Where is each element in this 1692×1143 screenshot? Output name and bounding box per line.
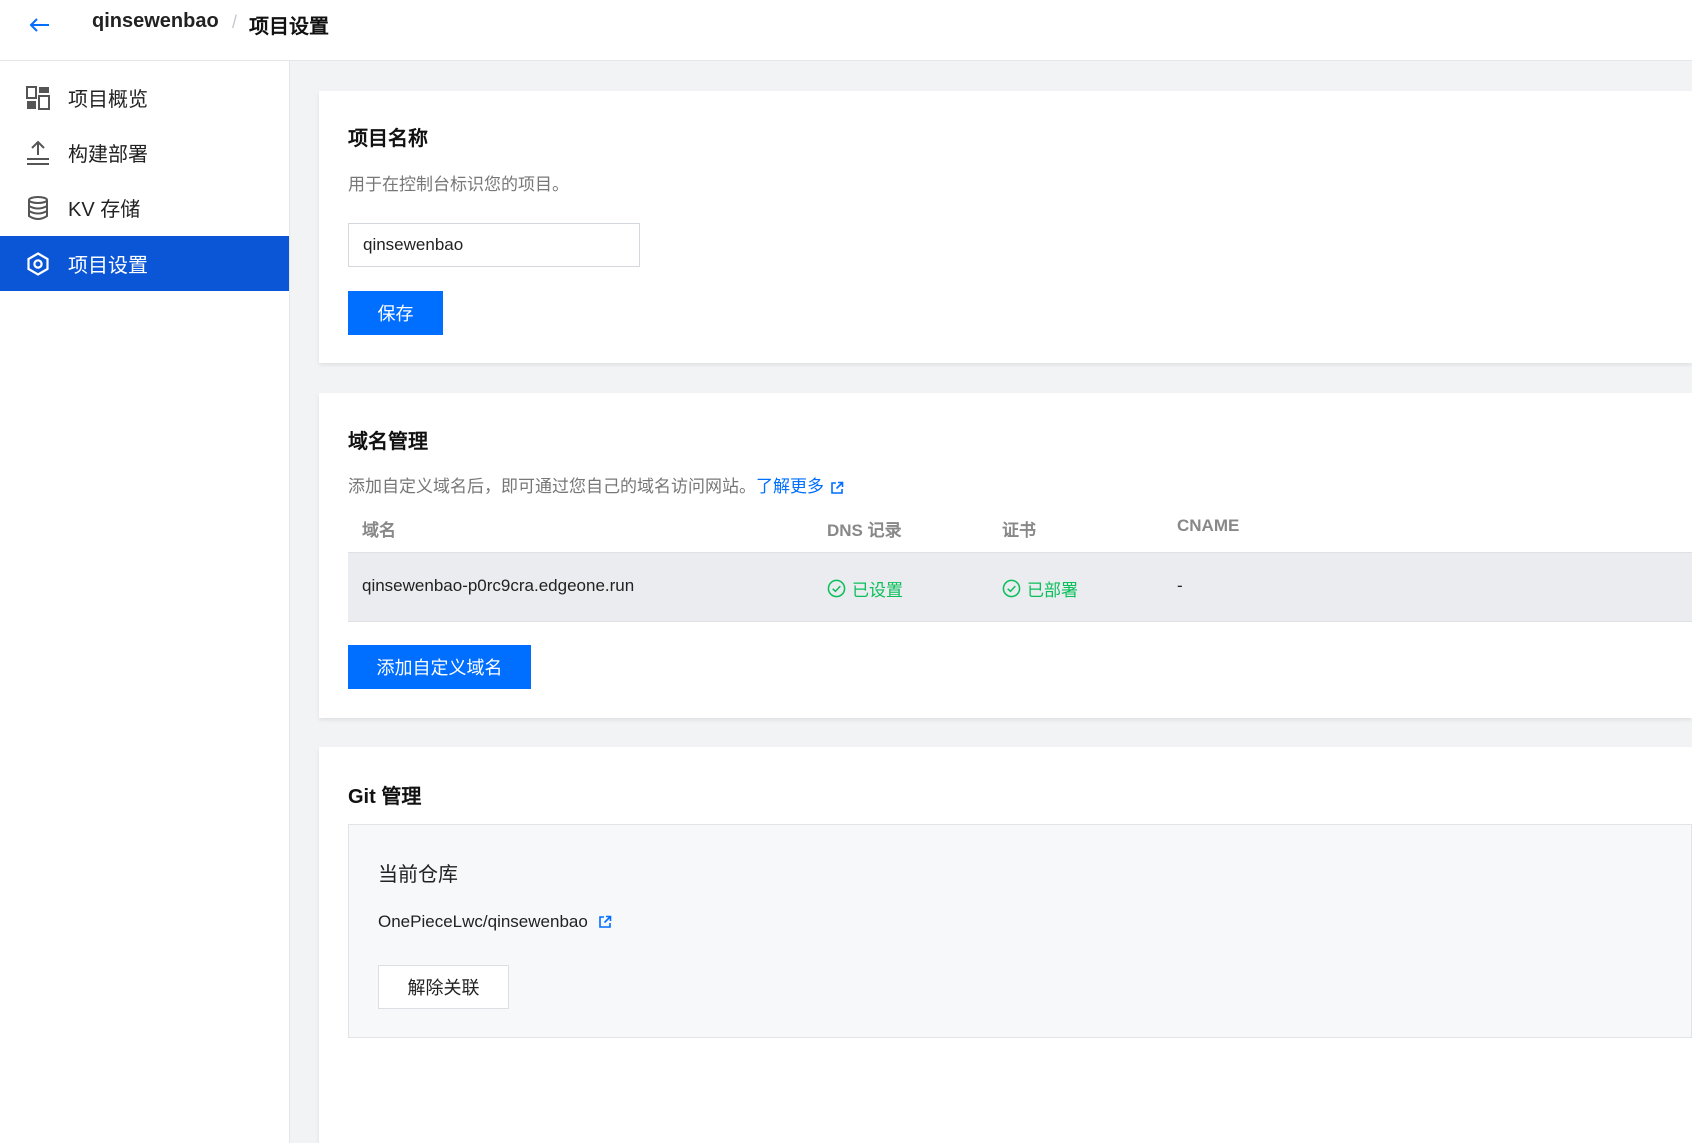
current-repo-panel: 当前仓库 OnePieceLwc/qinsewenbao 解除关联 xyxy=(348,824,1692,1038)
domain-link[interactable]: qinsewenbao-p0rc9cra.edgeone.run xyxy=(362,576,634,596)
check-circle-icon xyxy=(827,579,846,598)
learn-more-link[interactable]: 了解更多 xyxy=(756,477,824,496)
column-header-dns: DNS 记录 xyxy=(827,521,902,540)
external-link-icon[interactable] xyxy=(598,915,612,929)
add-custom-domain-button[interactable]: 添加自定义域名 xyxy=(348,645,531,689)
main-content: 项目名称 用于在控制台标识您的项目。 保存 域名管理 添加自定义域名后，即可通过… xyxy=(290,61,1692,1143)
dashboard-icon xyxy=(26,85,50,110)
breadcrumb-separator: / xyxy=(232,12,238,32)
check-circle-icon xyxy=(1002,579,1021,598)
back-button[interactable] xyxy=(24,10,54,40)
top-bar: qinsewenbao / 项目设置 xyxy=(0,0,1692,61)
sidebar-item-label: KV 存储 xyxy=(68,199,141,221)
sidebar-item-build-deploy[interactable]: 构建部署 xyxy=(0,125,289,180)
sidebar-item-label: 项目设置 xyxy=(68,255,148,277)
sidebar-item-overview[interactable]: 项目概览 xyxy=(0,70,289,125)
dns-status-label: 已设置 xyxy=(852,581,903,600)
column-header-certificate: 证书 xyxy=(1002,521,1036,540)
current-repo-title: 当前仓库 xyxy=(378,864,458,886)
dns-status: 已设置 xyxy=(827,576,903,601)
git-management-title: Git 管理 xyxy=(348,786,422,808)
sidebar-item-project-settings[interactable]: 项目设置 xyxy=(0,236,289,291)
repo-name-text[interactable]: OnePieceLwc/qinsewenbao xyxy=(378,912,588,932)
table-header: 域名 DNS 记录 证书 CNAME xyxy=(348,503,1692,553)
sidebar: 项目概览 构建部署 KV 存储 项目设置 xyxy=(0,61,290,1143)
cname-value: - xyxy=(1177,576,1183,595)
certificate-status-label: 已部署 xyxy=(1027,581,1078,600)
settings-hexagon-icon xyxy=(26,251,50,276)
repo-link[interactable]: OnePieceLwc/qinsewenbao xyxy=(378,912,612,932)
domain-management-description: 添加自定义域名后，即可通过您自己的域名访问网站。了解更多 xyxy=(348,472,844,497)
project-name-input[interactable] xyxy=(348,223,640,267)
domain-management-title: 域名管理 xyxy=(348,431,428,453)
project-name-title: 项目名称 xyxy=(348,128,428,150)
column-header-cname: CNAME xyxy=(1177,516,1240,535)
page-title: 项目设置 xyxy=(249,16,329,38)
domain-description-text: 添加自定义域名后，即可通过您自己的域名访问网站。 xyxy=(348,477,756,496)
project-name-description: 用于在控制台标识您的项目。 xyxy=(348,175,569,194)
project-name-card: 项目名称 用于在控制台标识您的项目。 保存 xyxy=(319,91,1692,363)
table-row: qinsewenbao-p0rc9cra.edgeone.run 已设置 已部署 xyxy=(348,553,1692,622)
git-management-card: Git 管理 当前仓库 OnePieceLwc/qinsewenbao 解除关联 xyxy=(319,747,1692,1143)
certificate-status: 已部署 xyxy=(1002,576,1078,601)
sidebar-item-label: 构建部署 xyxy=(68,144,148,166)
arrow-left-icon xyxy=(29,18,49,32)
sidebar-item-label: 项目概览 xyxy=(68,89,148,111)
unlink-repo-button[interactable]: 解除关联 xyxy=(378,965,509,1009)
database-icon xyxy=(26,195,50,220)
save-button[interactable]: 保存 xyxy=(348,291,443,335)
domain-management-card: 域名管理 添加自定义域名后，即可通过您自己的域名访问网站。了解更多 域名 DNS… xyxy=(319,393,1692,718)
external-link-icon[interactable] xyxy=(830,481,844,495)
sidebar-item-kv-storage[interactable]: KV 存储 xyxy=(0,180,289,235)
column-header-domain: 域名 xyxy=(362,521,396,540)
upload-icon xyxy=(26,140,50,165)
breadcrumb-project[interactable]: qinsewenbao xyxy=(92,10,219,33)
